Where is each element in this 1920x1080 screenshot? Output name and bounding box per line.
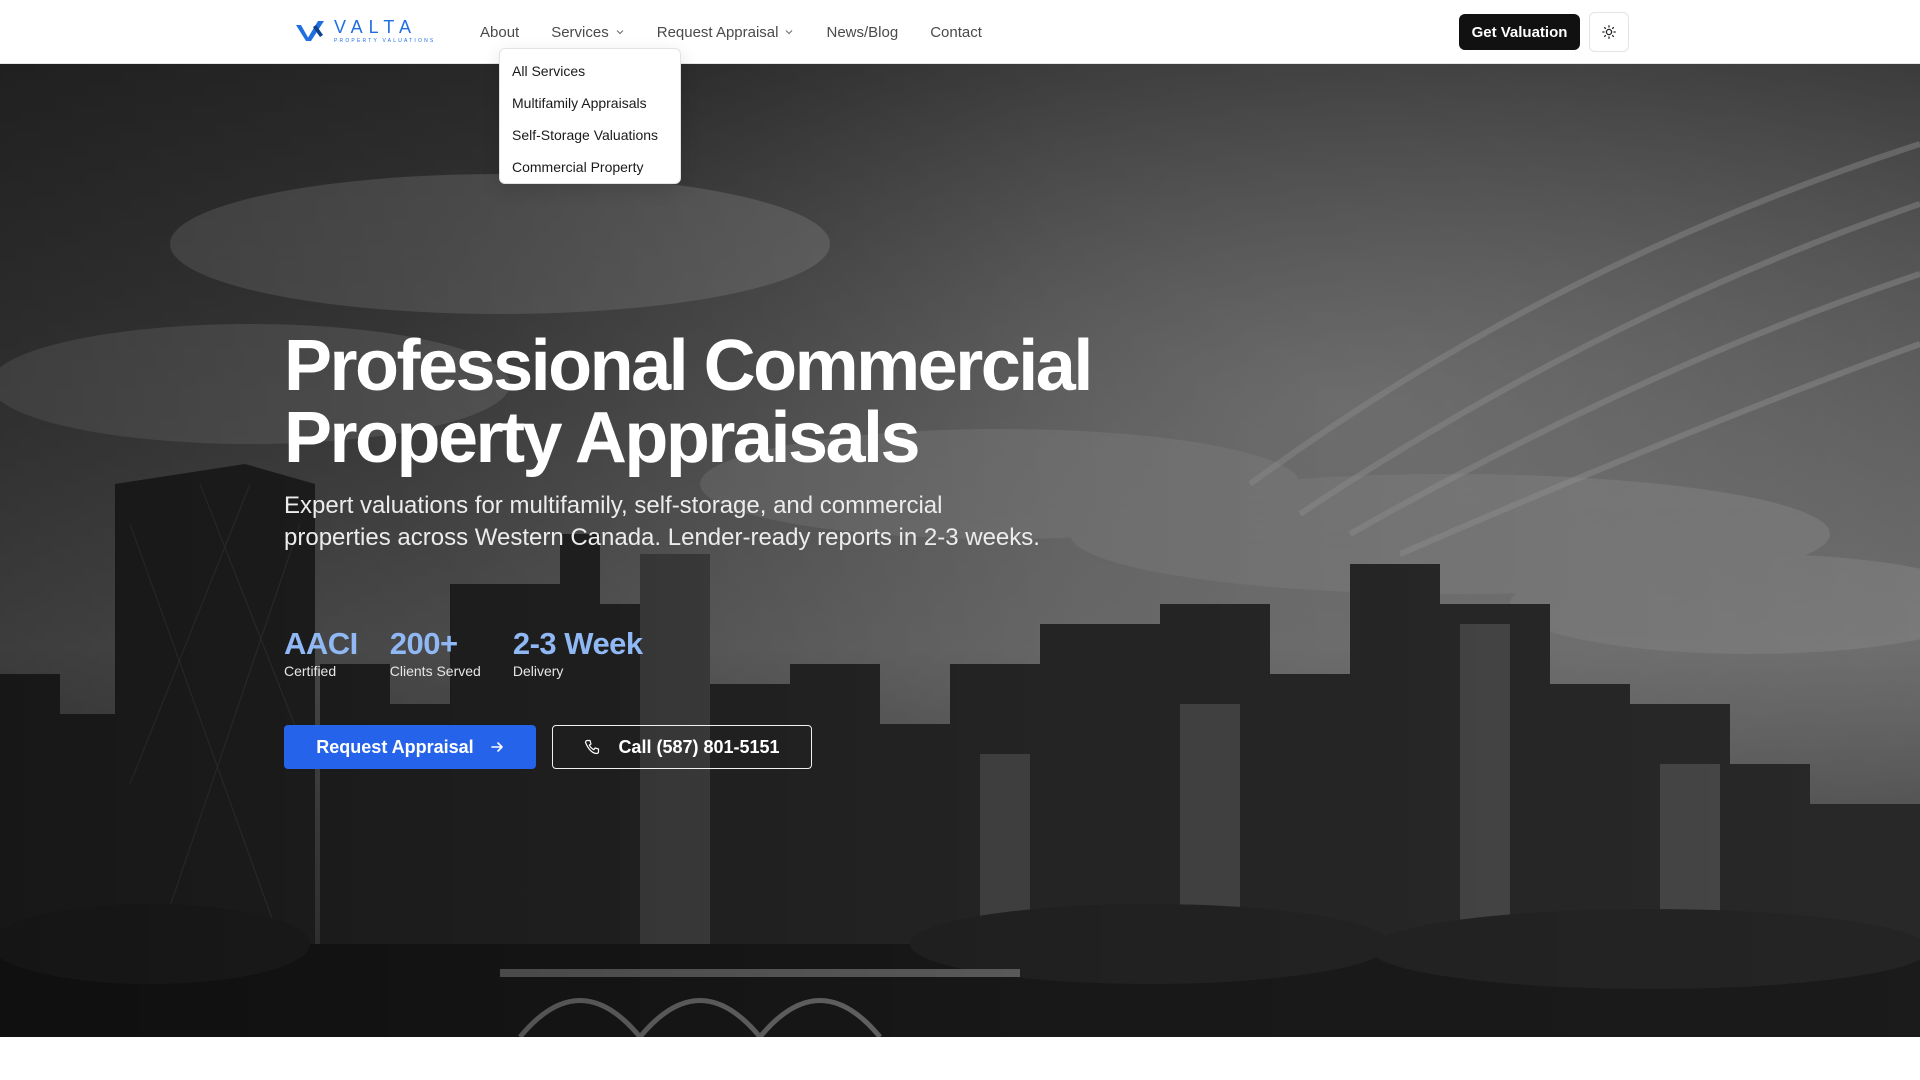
hero-title: Professional Commercial Property Apprais… — [284, 326, 1093, 478]
chevron-down-icon — [616, 30, 624, 35]
call-phone-button[interactable]: Call (587) 801-5151 — [552, 725, 812, 769]
stat-clients-served: 200+ Clients Served — [389, 626, 481, 680]
hero-section: Professional Commercial Property Apprais… — [0, 64, 1920, 1037]
stat-label: Clients Served — [389, 663, 481, 679]
dropdown-item-self-storage[interactable]: Self-Storage Valuations — [500, 119, 680, 151]
nav-item-about[interactable]: About — [480, 24, 519, 41]
sun-icon — [1602, 25, 1616, 39]
stat-value: 200+ — [389, 626, 458, 661]
stat-delivery: 2-3 Week Delivery — [512, 626, 643, 680]
arrow-right-icon — [490, 742, 503, 752]
request-appraisal-button[interactable]: Request Appraisal — [284, 725, 536, 769]
chevron-down-icon — [786, 30, 793, 35]
services-dropdown-menu: All Services Multifamily Appraisals Self… — [499, 48, 681, 184]
nav-item-services[interactable]: Services — [551, 24, 625, 41]
nav-item-news-blog[interactable]: News/Blog — [826, 24, 898, 41]
stat-certified: AACI Certified — [284, 626, 358, 680]
stat-value: AACI — [284, 626, 358, 661]
brand-logo[interactable]: VALTA PROPERTY VALUATIONS — [294, 16, 450, 46]
nav-item-contact[interactable]: Contact — [930, 24, 982, 41]
dropdown-item-multifamily[interactable]: Multifamily Appraisals — [500, 87, 680, 119]
nav-item-request-appraisal[interactable]: Request Appraisal — [657, 24, 795, 41]
hero-subtitle: Expert valuations for multifamily, self-… — [284, 492, 1040, 551]
stat-label: Delivery — [512, 663, 564, 679]
brand-tagline: PROPERTY VALUATIONS — [334, 38, 436, 44]
valta-logo-icon — [296, 21, 324, 41]
dropdown-item-commercial[interactable]: Commercial Property — [500, 151, 680, 183]
theme-toggle-button[interactable] — [1589, 12, 1629, 52]
brand-name: VALTA — [334, 17, 418, 37]
phone-icon — [585, 739, 600, 755]
hero-stats: AACI Certified 200+ Clients Served 2-3 W… — [284, 626, 675, 680]
site-header: VALTA PROPERTY VALUATIONS About Services… — [0, 0, 1920, 64]
stat-label: Certified — [284, 663, 337, 679]
dropdown-item-all-services[interactable]: All Services — [500, 55, 680, 87]
get-valuation-button[interactable]: Get Valuation — [1459, 14, 1580, 50]
stat-value: 2-3 Week — [512, 626, 643, 661]
